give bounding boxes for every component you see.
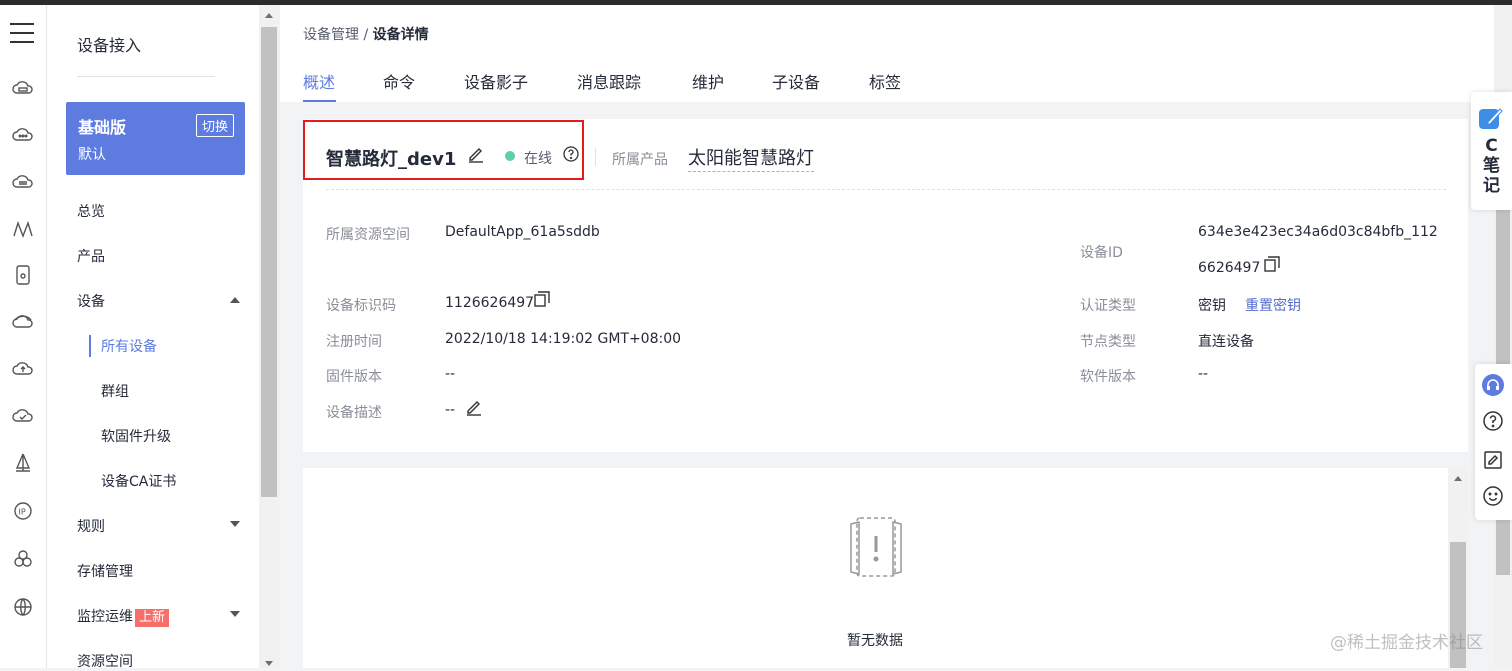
watermark: @稀土掘金技术社区 [1330, 633, 1483, 653]
help-toolbar [1475, 364, 1512, 520]
edition-name: 基础版 [78, 118, 127, 137]
main-header: 设备管理 / 设备详情 概述 命令 设备影子 消息跟踪 维护 子设备 标签 [280, 5, 1494, 102]
reg-time-label: 注册时间 [326, 334, 382, 350]
sidebar-item-ca-cert[interactable]: 设备CA证书 [101, 471, 176, 491]
copy-identifier-icon[interactable] [533, 290, 551, 308]
sidebar-item-all-devices[interactable]: 所有设备 [101, 336, 157, 356]
ip-icon[interactable]: IP [11, 499, 35, 523]
tab-shadow[interactable]: 设备影子 [464, 69, 528, 93]
sidebar-scroll-thumb[interactable] [261, 27, 277, 497]
cloud-db-icon[interactable] [11, 170, 35, 194]
sidebar-item-storage[interactable]: 存储管理 [77, 561, 133, 581]
sidebar-scrollbar[interactable] [259, 5, 279, 668]
cloud-box-icon[interactable] [11, 77, 35, 101]
sidebar-divider [77, 76, 215, 77]
cloud-check-icon[interactable] [11, 404, 35, 428]
empty-data-card: 暂无数据 [303, 468, 1448, 668]
software-value: -- [1198, 366, 1209, 382]
chevron-down-icon[interactable] [230, 611, 240, 617]
active-tab-underline [303, 100, 336, 102]
mountain-icon[interactable] [11, 217, 35, 241]
auth-type-label: 认证类型 [1080, 298, 1136, 314]
new-badge: 上新 [135, 609, 170, 627]
sidebar-item-groups[interactable]: 群组 [101, 381, 129, 401]
description-label: 设备描述 [326, 405, 382, 421]
device-id-value-line2: 6626497 [1198, 260, 1261, 276]
note-logo-icon [1479, 108, 1503, 129]
sidebar-item-monitor-label: 监控运维 [77, 609, 133, 625]
active-indicator [89, 335, 91, 357]
sidebar-title: 设备接入 [77, 36, 142, 55]
sidebar-item-product[interactable]: 产品 [77, 246, 105, 266]
breadcrumb-separator: / [359, 27, 373, 43]
tab-tags[interactable]: 标签 [869, 69, 901, 93]
tab-subdevice[interactable]: 子设备 [772, 69, 820, 93]
sidebar: 设备接入 基础版 默认 切换 总览 产品 设备 所有设备 群组 软固件升级 设备… [47, 5, 259, 671]
note-widget-text: C笔记 [1483, 136, 1500, 196]
product-label: 所属产品 [612, 152, 668, 168]
cloud-ring-icon[interactable] [11, 310, 35, 334]
node-type-value: 直连设备 [1198, 334, 1254, 350]
description-value: -- [445, 402, 456, 418]
breadcrumb: 设备管理 / 设备详情 [303, 24, 429, 44]
edition-switch-button[interactable]: 切换 [195, 114, 234, 137]
sidebar-item-rules[interactable]: 规则 [77, 516, 105, 536]
tab-overview[interactable]: 概述 [303, 69, 335, 93]
tab-command[interactable]: 命令 [383, 69, 415, 93]
scroll-down-icon[interactable] [265, 661, 273, 666]
device-id-label: 设备ID [1080, 245, 1123, 261]
hamburger-menu-icon[interactable] [10, 23, 34, 50]
tab-maintenance[interactable]: 维护 [692, 69, 724, 93]
empty-state-icon [850, 517, 902, 577]
breadcrumb-current: 设备详情 [372, 27, 429, 43]
sidebar-item-device[interactable]: 设备 [77, 291, 105, 311]
copy-device-id-icon[interactable] [1263, 255, 1281, 273]
product-link[interactable]: 太阳能智慧路灯 [688, 144, 814, 172]
globe-w-icon[interactable] [11, 595, 35, 619]
sidebar-item-monitor[interactable]: 监控运维 上新 [77, 606, 170, 627]
sidebar-item-overview[interactable]: 总览 [77, 201, 105, 221]
icon-rail: IP [0, 5, 47, 668]
edition-sub: 默认 [78, 147, 106, 163]
reg-time-value: 2022/10/18 14:19:02 GMT+08:00 [445, 331, 682, 347]
edit-description-icon[interactable] [465, 398, 483, 416]
sidebar-item-resource[interactable]: 资源空间 [77, 651, 133, 671]
software-label: 软件版本 [1080, 369, 1136, 385]
feedback-icon[interactable] [1481, 448, 1505, 472]
phone-icon[interactable] [11, 263, 35, 287]
note-widget[interactable]: C笔记 [1471, 92, 1512, 210]
header-separator [595, 148, 596, 166]
chevron-down-icon[interactable] [230, 521, 240, 527]
resource-space-label: 所属资源空间 [326, 227, 410, 243]
customer-service-icon[interactable] [1481, 373, 1505, 397]
edition-card[interactable]: 基础版 默认 切换 [66, 102, 245, 175]
empty-state-text: 暂无数据 [847, 633, 903, 649]
identifier-value: 1126626497 [445, 295, 535, 311]
question-icon[interactable] [1481, 409, 1505, 433]
cluster-icon[interactable] [11, 547, 35, 571]
resource-space-value: DefaultApp_61a5sddb [445, 224, 600, 240]
reset-secret-link[interactable]: 重置密钥 [1245, 295, 1301, 315]
highlight-box [303, 120, 584, 180]
sidebar-item-firmware[interactable]: 软固件升级 [101, 426, 171, 446]
node-type-label: 节点类型 [1080, 334, 1136, 350]
smile-icon[interactable] [1481, 484, 1505, 508]
firmware-label: 固件版本 [326, 369, 382, 385]
scroll-up-icon[interactable] [1454, 476, 1462, 481]
svg-text:IP: IP [19, 508, 26, 517]
chevron-up-icon[interactable] [230, 297, 240, 303]
dashed-divider [326, 189, 1446, 190]
sail-icon[interactable] [11, 451, 35, 475]
scroll-up-icon[interactable] [265, 13, 273, 18]
cloud-dots-icon[interactable] [11, 123, 35, 147]
breadcrumb-parent[interactable]: 设备管理 [303, 27, 359, 43]
cloud-upload-icon[interactable] [11, 357, 35, 381]
auth-type-value: 密钥 [1198, 298, 1226, 314]
firmware-value: -- [445, 366, 456, 382]
identifier-label: 设备标识码 [326, 298, 396, 314]
device-id-value-line1: 634e3e423ec34a6d03c84bfb_112 [1198, 224, 1438, 240]
tab-message-trace[interactable]: 消息跟踪 [577, 69, 641, 93]
